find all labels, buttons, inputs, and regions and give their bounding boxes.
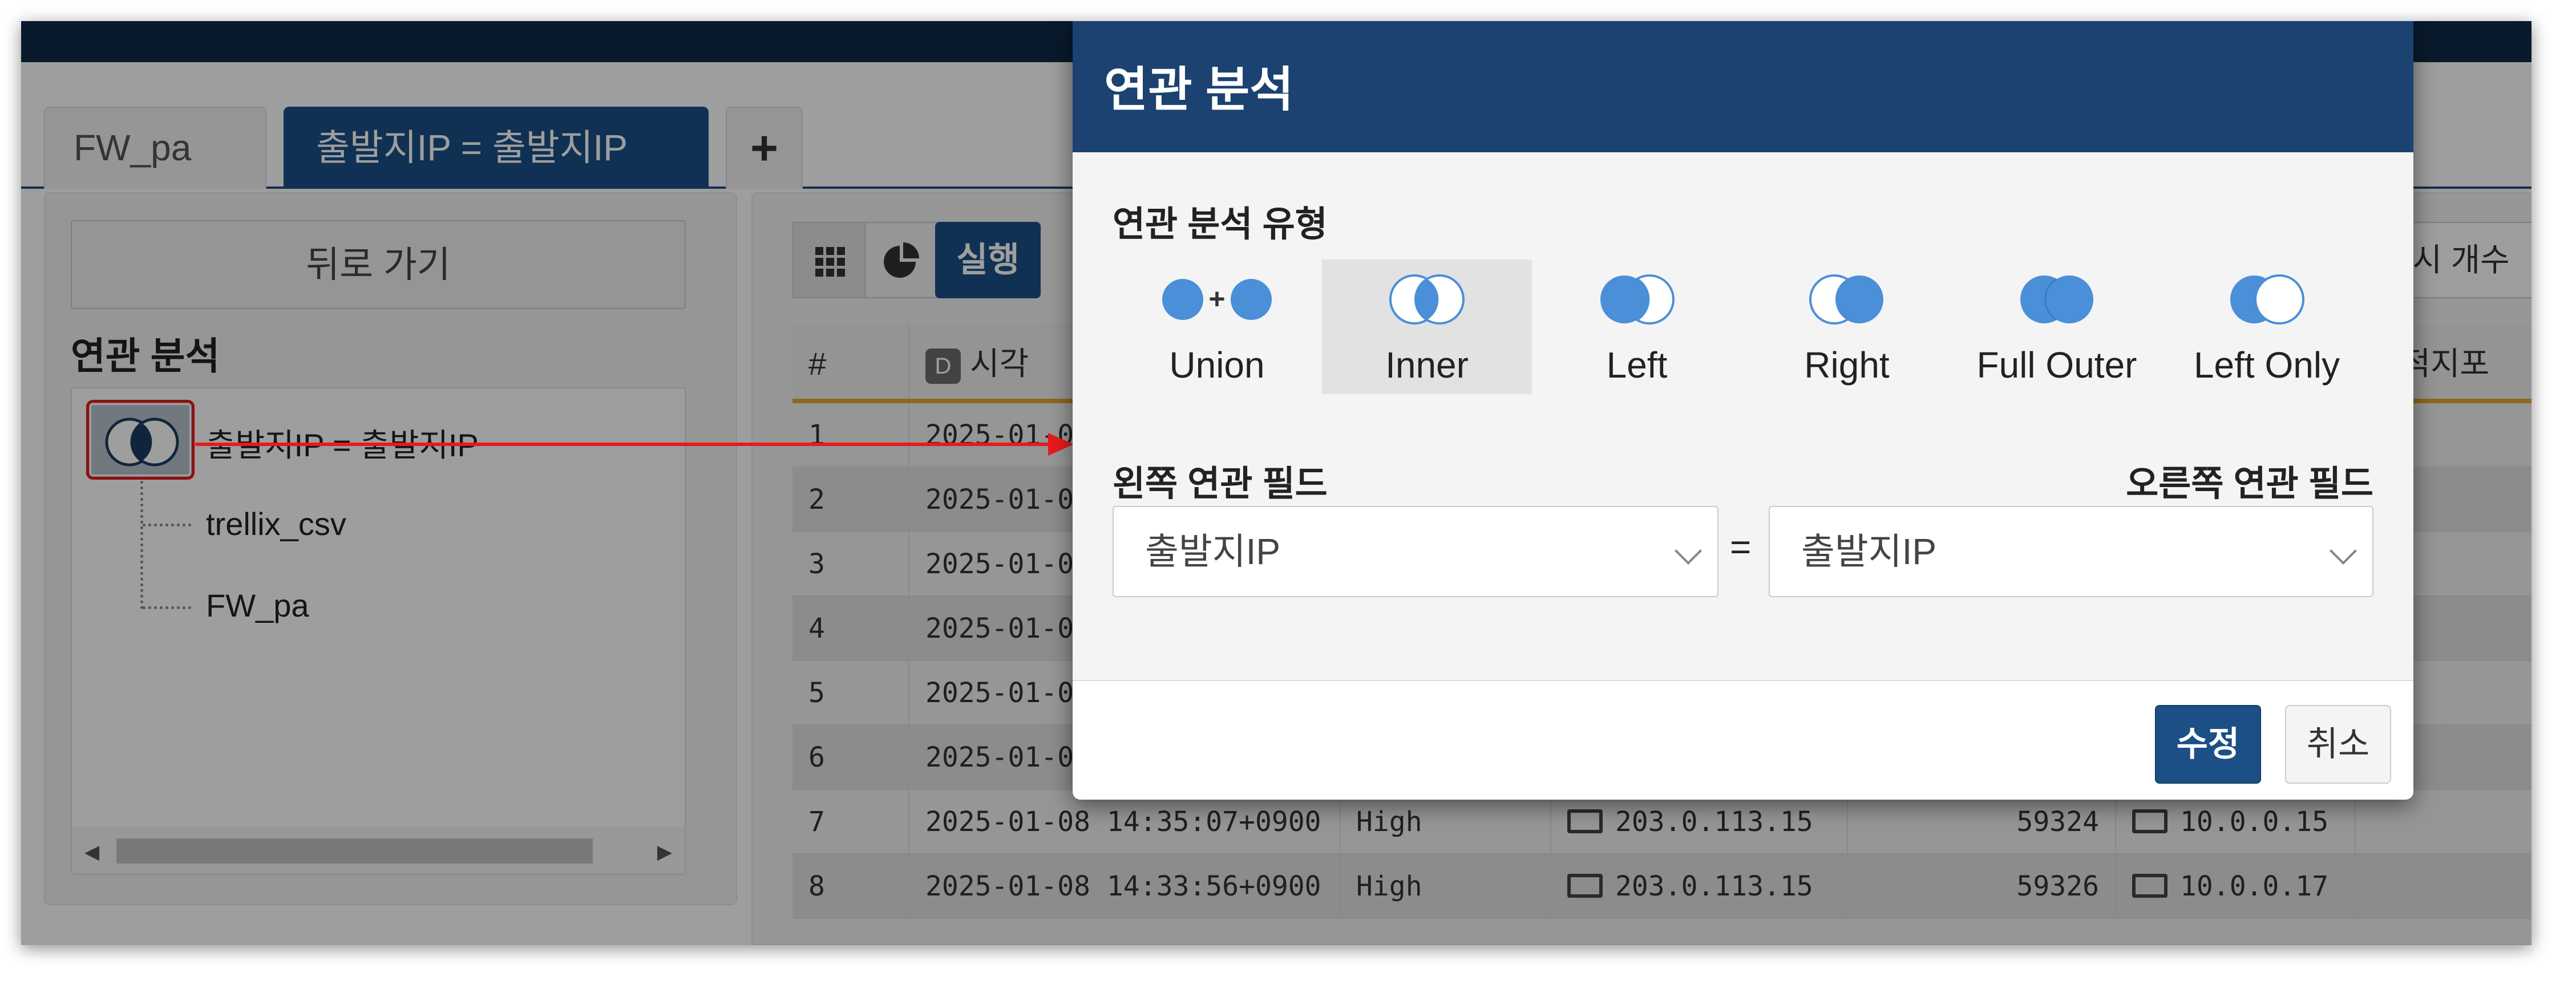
save-button[interactable]: 수정 [2155, 705, 2261, 784]
join-type-right-label: Right [1804, 344, 1890, 386]
join-type-label: 연관 분석 유형 [1113, 205, 1328, 244]
join-type-full-outer[interactable]: Full Outer [1952, 260, 2162, 394]
join-type-left-only-label: Left Only [2193, 344, 2340, 386]
join-type-union[interactable]: + Union [1112, 260, 1322, 394]
left-field-label: 왼쪽 연관 필드 [1113, 464, 1328, 504]
chevron-down-icon [2329, 537, 2357, 565]
join-type-union-label: Union [1169, 344, 1265, 386]
join-type-inner[interactable]: Inner [1322, 260, 1532, 394]
join-type-left-only[interactable]: Left Only [2162, 260, 2372, 394]
dialog-footer: 수정 취소 [1073, 680, 2413, 800]
right-join-icon [1809, 274, 1883, 325]
left-only-join-icon [2230, 274, 2304, 325]
join-analysis-dialog: 연관 분석 연관 분석 유형 왼쪽 연관 필드 오른쪽 연관 필드 + Unio… [1073, 21, 2413, 800]
inner-join-icon [1389, 274, 1465, 325]
join-type-right[interactable]: Right [1742, 260, 1952, 394]
left-field-select[interactable]: 출발지IP [1113, 506, 1718, 597]
join-type-left[interactable]: Left [1532, 260, 1742, 394]
app-window: FW_pa 출발지IP = 출발지IP + 뒤로 가기 연관 분석 출발지IP … [21, 21, 2531, 945]
dialog-title: 연관 분석 [1073, 21, 2413, 152]
join-type-inner-label: Inner [1385, 344, 1469, 386]
dialog-body: 연관 분석 유형 왼쪽 연관 필드 오른쪽 연관 필드 [1073, 152, 2413, 680]
right-field-value: 출발지IP [1801, 531, 1937, 572]
full-outer-join-icon [2020, 275, 2093, 323]
cancel-button[interactable]: 취소 [2285, 705, 2391, 784]
right-field-select[interactable]: 출발지IP [1769, 506, 2373, 597]
chevron-down-icon [1674, 537, 1702, 565]
left-join-icon [1600, 274, 1675, 325]
equals-sign: = [1730, 526, 1752, 568]
union-icon: + [1162, 279, 1272, 320]
left-field-value: 출발지IP [1145, 531, 1281, 572]
right-field-label: 오른쪽 연관 필드 [2126, 464, 2373, 504]
join-type-left-label: Left [1606, 344, 1668, 386]
svg-text:+: + [1208, 283, 1225, 315]
join-type-full-outer-label: Full Outer [1976, 344, 2137, 386]
